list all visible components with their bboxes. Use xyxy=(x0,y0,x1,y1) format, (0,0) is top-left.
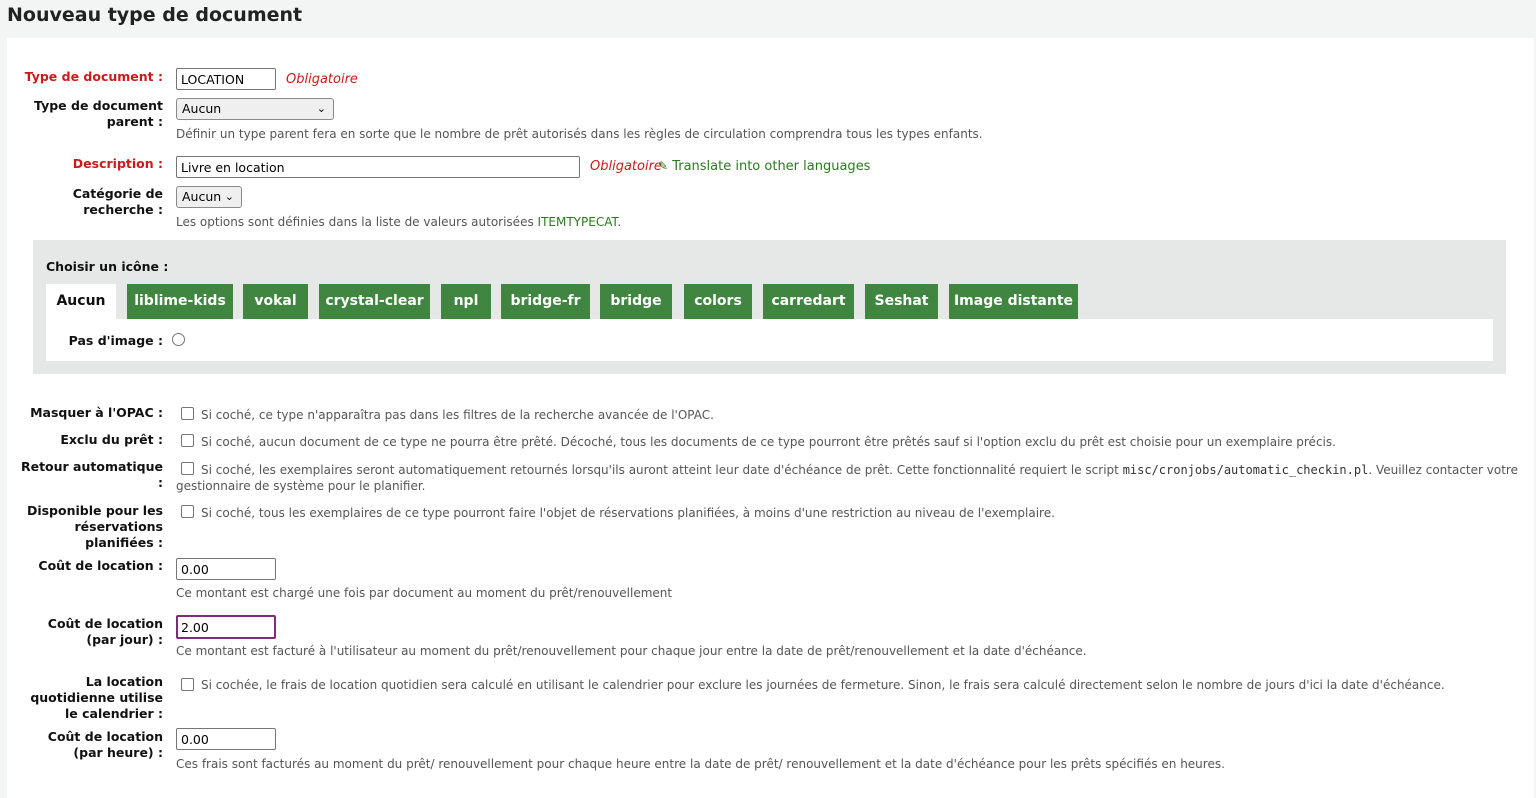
parent-select-value: Aucun xyxy=(182,101,222,116)
daily-calendar-checkbox[interactable] xyxy=(181,678,194,691)
automatic-checkin-hint: Si coché, les exemplaires seront automat… xyxy=(201,463,1518,477)
bookable-label: Disponible pour les réservations planifi… xyxy=(26,503,163,550)
tab-vokal[interactable]: vokal xyxy=(243,284,308,319)
tab-seshat[interactable]: Seshat xyxy=(865,284,938,319)
daily-calendar-label: La location quotidienne utilise le calen… xyxy=(30,674,163,721)
tab-bridge[interactable]: bridge xyxy=(600,284,672,319)
chevron-down-icon: ⌄ xyxy=(316,102,326,115)
parent-select[interactable]: Aucun ⌄ xyxy=(176,98,334,120)
bookable-checkbox[interactable] xyxy=(181,505,194,518)
searchcategory-label: Catégorie de recherche : xyxy=(72,186,163,217)
page-title: Nouveau type de document xyxy=(7,4,303,26)
searchcategory-hint-text: Les options sont définies dans la liste … xyxy=(176,215,538,229)
automatic-checkin-hint-suffix: . Veuillez contacter votre xyxy=(1368,463,1518,477)
searchcategory-hint: Les options sont définies dans la liste … xyxy=(176,215,621,229)
rentalcharge-input[interactable] xyxy=(176,558,276,580)
parent-label: Type de document parent : xyxy=(34,98,163,129)
notforloan-checkbox[interactable] xyxy=(181,434,194,447)
rentalcharge-hourly-label: Coût de location (par heure) : xyxy=(47,729,163,760)
automatic-checkin-hint-text: Si coché, les exemplaires seront automat… xyxy=(201,463,1123,477)
tab-liblime-kids[interactable]: liblime-kids xyxy=(127,284,233,319)
rentalcharge-label: Coût de location : xyxy=(38,558,163,573)
hide-opac-hint: Si coché, ce type n'apparaîtra pas dans … xyxy=(201,408,714,422)
description-required: Obligatoire xyxy=(590,159,662,174)
rentalcharge-daily-hint: Ce montant est facturé à l'utilisateur a… xyxy=(176,644,1087,658)
description-label: Description : xyxy=(72,156,163,171)
automatic-checkin-checkbox[interactable] xyxy=(181,462,194,475)
chevron-down-icon: ⌄ xyxy=(224,190,234,203)
automatic-checkin-script: misc/cronjobs/automatic_checkin.pl xyxy=(1122,463,1369,477)
tab-carredart[interactable]: carredart xyxy=(763,284,854,319)
itemtype-label: Type de document : xyxy=(24,69,163,84)
translate-link[interactable]: ✎ Translate into other languages xyxy=(658,159,870,174)
tab-pane-aucun xyxy=(46,319,1493,361)
automatic-checkin-label: Retour automatique : xyxy=(20,459,163,490)
rentalcharge-hint: Ce montant est chargé une fois par docum… xyxy=(176,586,673,600)
searchcategory-select-value: Aucun xyxy=(182,189,222,204)
tab-aucun[interactable]: Aucun xyxy=(46,284,116,319)
itemtype-required: Obligatoire xyxy=(286,72,358,87)
rentalcharge-hourly-input[interactable] xyxy=(176,728,276,750)
rentalcharge-hourly-hint: Ces frais sont facturés au moment du prê… xyxy=(176,757,1225,771)
translate-link-label: Translate into other languages xyxy=(672,159,871,174)
notforloan-hint: Si coché, aucun document de ce type ne p… xyxy=(201,435,1336,449)
hide-opac-label: Masquer à l'OPAC : xyxy=(30,405,163,420)
searchcategory-hint-suffix: . xyxy=(617,215,622,229)
daily-calendar-hint: Si cochée, le frais de location quotidie… xyxy=(201,678,1445,692)
itemtypecat-link[interactable]: ITEMTYPECAT xyxy=(538,215,618,229)
description-input[interactable] xyxy=(176,156,580,178)
searchcategory-select[interactable]: Aucun ⌄ xyxy=(176,186,242,208)
pencil-icon: ✎ xyxy=(658,159,669,173)
tab-bridge-fr[interactable]: bridge-fr xyxy=(501,284,590,319)
parent-hint: Définir un type parent fera en sorte que… xyxy=(176,127,983,141)
rentalcharge-daily-input[interactable] xyxy=(176,615,276,639)
tab-npl[interactable]: npl xyxy=(441,284,491,319)
tab-image-distante[interactable]: Image distante xyxy=(949,284,1078,319)
rentalcharge-daily-label: Coût de location (par jour) : xyxy=(47,616,163,647)
itemtype-input[interactable] xyxy=(176,68,276,90)
hide-opac-checkbox[interactable] xyxy=(181,407,194,420)
no-image-label: Pas d'image : xyxy=(68,333,163,348)
bookable-hint: Si coché, tous les exemplaires de ce typ… xyxy=(201,506,1055,520)
icon-chooser-label: Choisir un icône : xyxy=(46,259,169,274)
tab-crystal-clear[interactable]: crystal-clear xyxy=(319,284,430,319)
tab-colors[interactable]: colors xyxy=(684,284,752,319)
automatic-checkin-hint-line2: gestionnaire de système pour le planifie… xyxy=(176,479,426,493)
no-image-radio[interactable] xyxy=(172,333,185,346)
notforloan-label: Exclu du prêt : xyxy=(60,432,163,447)
